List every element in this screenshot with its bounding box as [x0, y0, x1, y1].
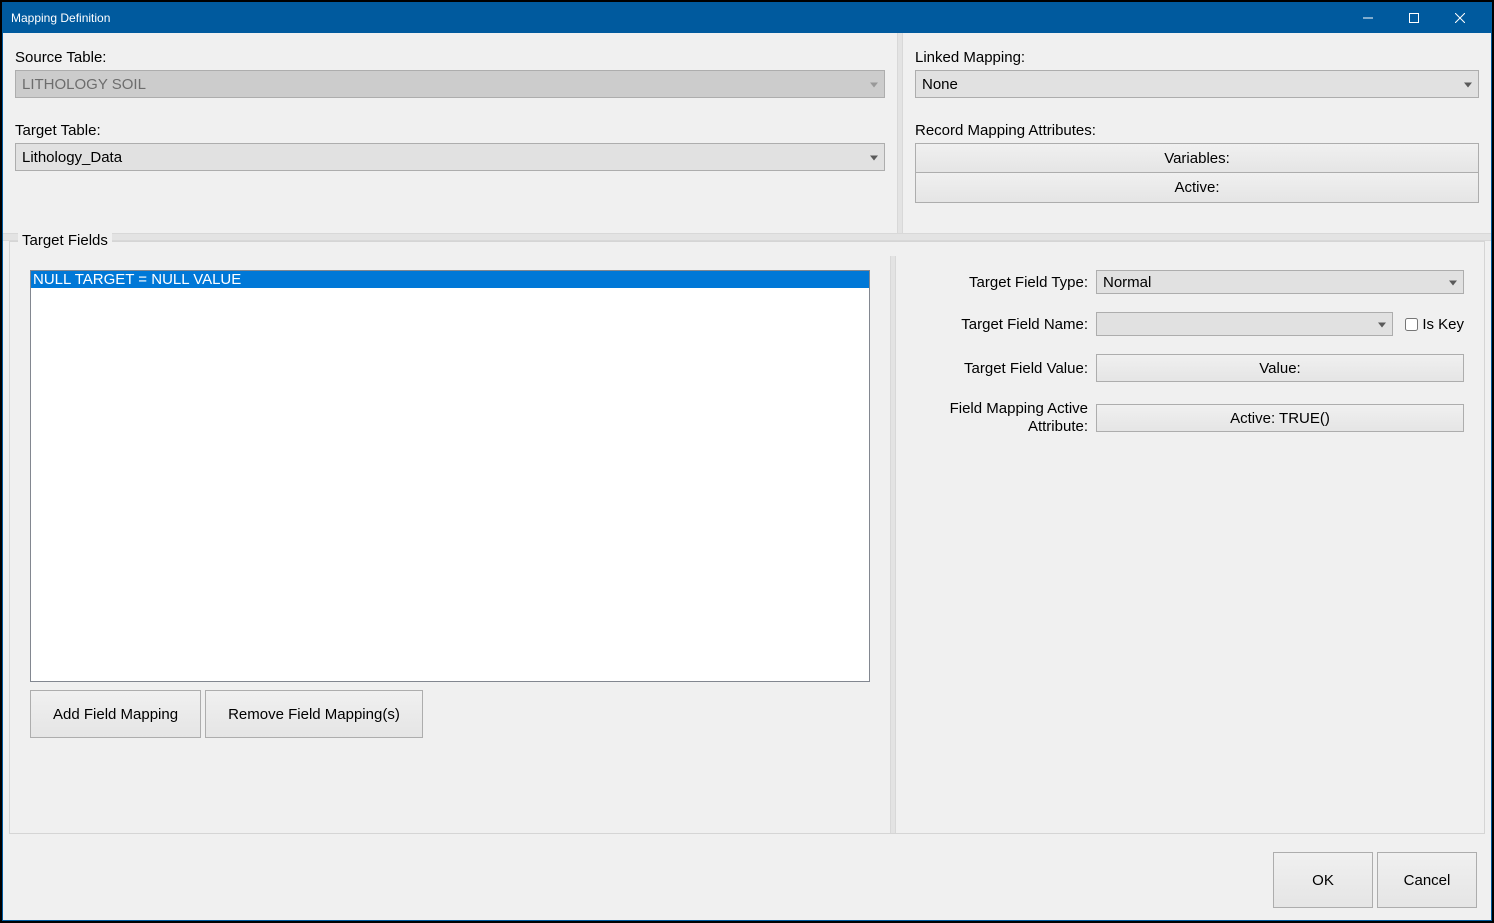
linked-mapping-combo[interactable]: None	[915, 70, 1479, 98]
mapping-definition-window: Mapping Definition Source Table: LITHOLO…	[2, 2, 1492, 921]
target-field-name-label: Target Field Name:	[916, 316, 1096, 333]
button-row: Add Field Mapping Remove Field Mapping(s…	[30, 690, 870, 738]
target-fields-groupbox: Target Fields NULL TARGET = NULL VALUE A…	[9, 241, 1485, 834]
linked-mapping-label: Linked Mapping:	[915, 49, 1479, 66]
target-table-combo[interactable]: Lithology_Data	[15, 143, 885, 171]
upper-right-panel: Linked Mapping: None Record Mapping Attr…	[903, 33, 1491, 233]
add-field-mapping-button[interactable]: Add Field Mapping	[30, 690, 201, 738]
target-field-value-button[interactable]: Value:	[1096, 354, 1464, 382]
field-mapping-active-button[interactable]: Active: TRUE()	[1096, 404, 1464, 432]
chevron-down-icon	[1449, 274, 1457, 291]
target-field-name-combo[interactable]	[1096, 312, 1393, 336]
footer: OK Cancel	[3, 840, 1491, 920]
chevron-down-icon	[870, 149, 878, 166]
titlebar: Mapping Definition	[3, 3, 1491, 33]
lower-section: Target Fields NULL TARGET = NULL VALUE A…	[3, 241, 1491, 840]
close-icon	[1455, 13, 1465, 23]
source-table-value: LITHOLOGY SOIL	[22, 76, 146, 93]
window-controls	[1345, 3, 1483, 33]
window-title: Mapping Definition	[11, 11, 1345, 25]
list-item[interactable]: NULL TARGET = NULL VALUE	[31, 271, 869, 288]
is-key-label: Is Key	[1422, 316, 1464, 333]
lower-inner: NULL TARGET = NULL VALUE Add Field Mappi…	[10, 256, 1484, 833]
cancel-button[interactable]: Cancel	[1377, 852, 1477, 908]
is-key-wrapper: Is Key	[1401, 315, 1464, 334]
content-area: Source Table: LITHOLOGY SOIL Target Tabl…	[3, 33, 1491, 920]
linked-mapping-value: None	[922, 76, 958, 93]
target-field-value-label: Target Field Value:	[916, 360, 1096, 377]
target-fields-listbox[interactable]: NULL TARGET = NULL VALUE	[30, 270, 870, 682]
is-key-checkbox[interactable]	[1405, 318, 1418, 331]
upper-section: Source Table: LITHOLOGY SOIL Target Tabl…	[3, 33, 1491, 233]
target-field-type-combo[interactable]: Normal	[1096, 270, 1464, 294]
horizontal-splitter[interactable]	[3, 233, 1491, 241]
target-field-type-label: Target Field Type:	[916, 274, 1096, 291]
upper-left-panel: Source Table: LITHOLOGY SOIL Target Tabl…	[3, 33, 897, 233]
chevron-down-icon	[1378, 316, 1386, 333]
close-button[interactable]	[1437, 3, 1483, 33]
remove-field-mapping-button[interactable]: Remove Field Mapping(s)	[205, 690, 423, 738]
chevron-down-icon	[1464, 76, 1472, 93]
source-table-combo: LITHOLOGY SOIL	[15, 70, 885, 98]
target-table-label: Target Table:	[15, 122, 885, 139]
field-mapping-active-label: Field Mapping Active Attribute:	[916, 400, 1096, 436]
target-fields-title: Target Fields	[18, 232, 112, 249]
source-table-label: Source Table:	[15, 49, 885, 66]
ok-button[interactable]: OK	[1273, 852, 1373, 908]
target-field-type-value: Normal	[1103, 274, 1151, 291]
active-button[interactable]: Active:	[915, 173, 1479, 203]
variables-button[interactable]: Variables:	[915, 143, 1479, 173]
target-table-value: Lithology_Data	[22, 149, 122, 166]
maximize-button[interactable]	[1391, 3, 1437, 33]
lower-right-panel: Target Field Type: Normal Target Field N…	[896, 256, 1484, 833]
record-mapping-attributes-label: Record Mapping Attributes:	[915, 122, 1479, 139]
chevron-down-icon	[870, 76, 878, 93]
minimize-button[interactable]	[1345, 3, 1391, 33]
minimize-icon	[1363, 13, 1373, 23]
lower-left-panel: NULL TARGET = NULL VALUE Add Field Mappi…	[10, 256, 890, 833]
maximize-icon	[1409, 13, 1419, 23]
